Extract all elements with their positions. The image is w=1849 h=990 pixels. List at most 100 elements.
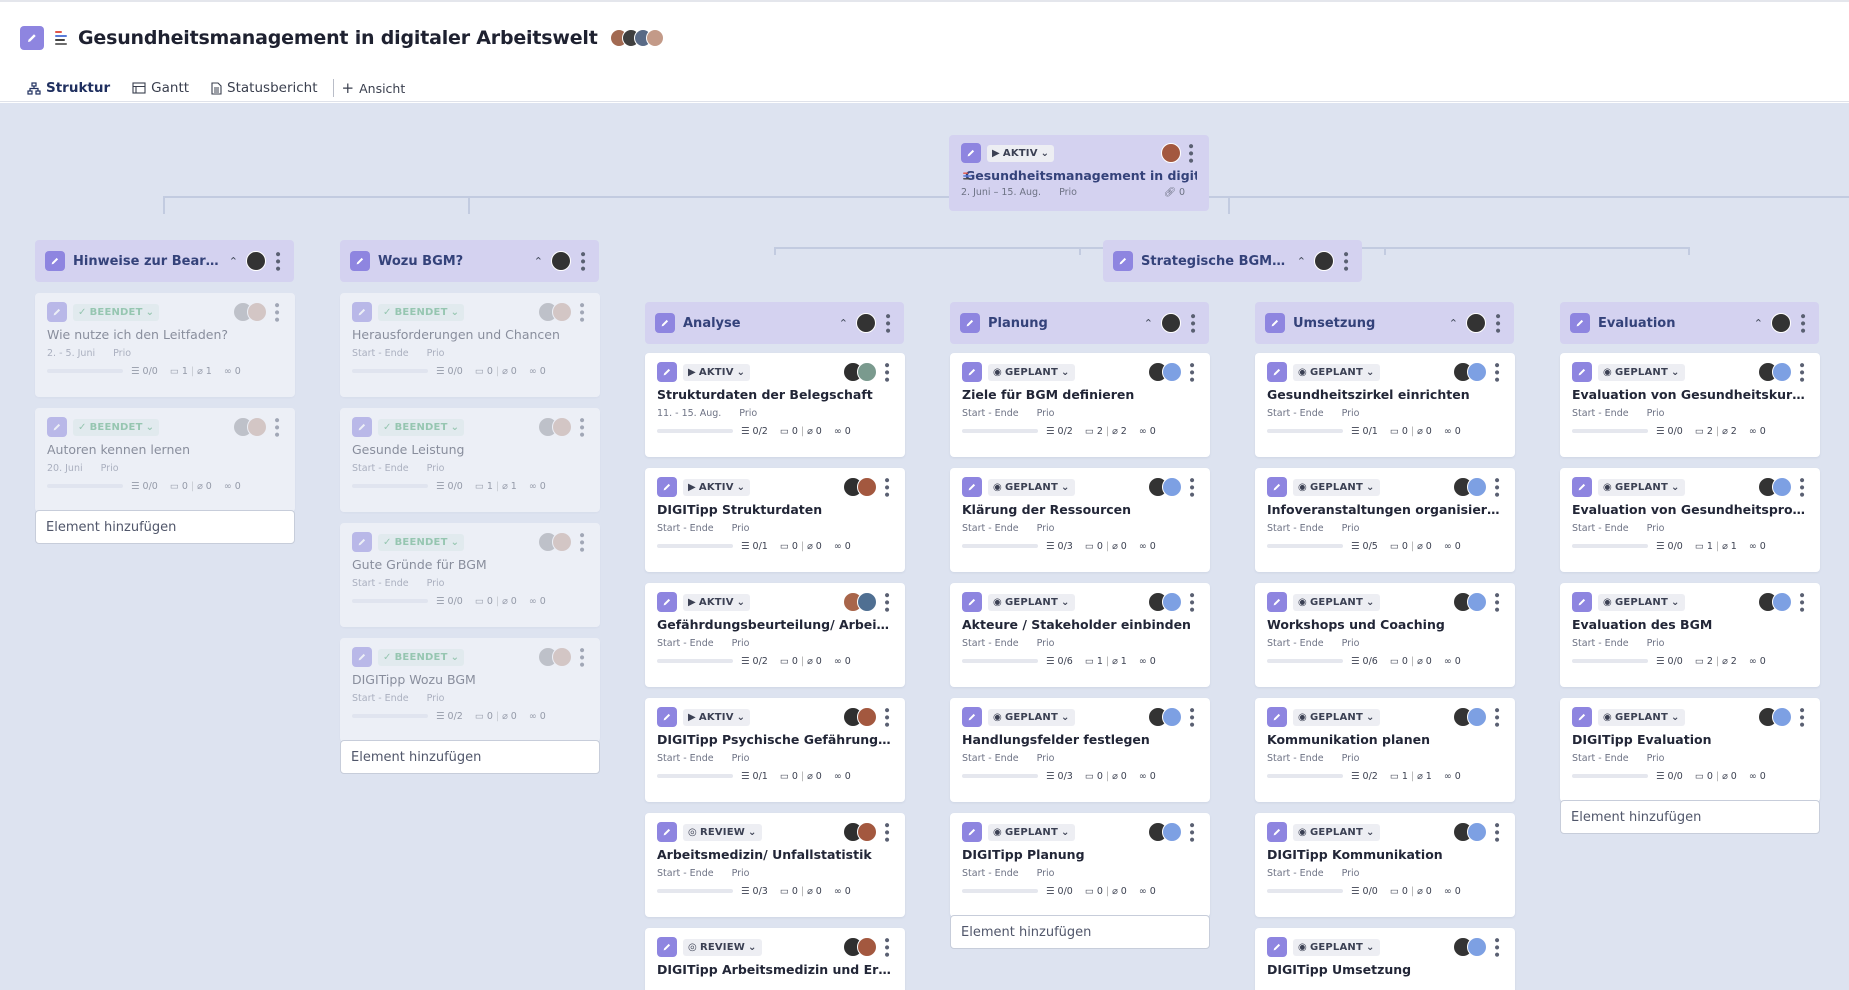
more-options-icon[interactable]: ••• xyxy=(1793,591,1809,613)
assignee-avatars[interactable] xyxy=(1453,707,1487,727)
status-badge[interactable]: ◉ GEPLANT ⌄ xyxy=(988,823,1075,841)
more-options-icon[interactable]: ••• xyxy=(1337,250,1353,272)
date-range[interactable]: Start - Ende xyxy=(962,753,1019,764)
status-badge[interactable]: ✓ BEENDET ⌄ xyxy=(73,418,160,436)
task-card[interactable]: ◉ GEPLANT ⌄ ••• DIGITipp Kommunikation Sta… xyxy=(1255,813,1515,917)
date-range[interactable]: Start - Ende xyxy=(1267,523,1324,534)
avatar[interactable] xyxy=(247,417,267,437)
edit-pencil-icon[interactable] xyxy=(1113,251,1133,271)
priority[interactable]: Prio xyxy=(1037,523,1055,534)
task-card[interactable]: ◉ GEPLANT ⌄ ••• Ziele für BGM definieren S… xyxy=(950,353,1210,457)
chevron-up-icon[interactable]: ⌃ xyxy=(1297,255,1306,268)
edit-pencil-icon[interactable] xyxy=(1267,707,1287,727)
more-options-icon[interactable]: ••• xyxy=(1794,312,1810,334)
edit-pencil-icon[interactable] xyxy=(1267,477,1287,497)
more-options-icon[interactable]: ••• xyxy=(1488,706,1504,728)
priority[interactable]: Prio xyxy=(1037,408,1055,419)
more-options-icon[interactable]: ••• xyxy=(1183,821,1199,843)
assignee-avatars[interactable] xyxy=(843,592,877,612)
status-badge[interactable]: ▶ AKTIV ⌄ xyxy=(683,708,751,726)
edit-pencil-icon[interactable] xyxy=(1267,822,1287,842)
structure-canvas[interactable]: ▶ AKTIV ⌄ ••• Gesundheitsmanagement in dig… xyxy=(0,103,1849,990)
card-title[interactable]: Kommunikation planen xyxy=(1267,732,1503,747)
tab-statusbericht[interactable]: Statusbericht xyxy=(204,72,324,104)
more-options-icon[interactable]: ••• xyxy=(878,476,894,498)
status-badge[interactable]: ▶ AKTIV ⌄ xyxy=(987,144,1055,162)
assignee-avatars[interactable] xyxy=(1453,822,1487,842)
assignee-avatars[interactable] xyxy=(1148,362,1182,382)
more-options-icon[interactable]: ••• xyxy=(1793,476,1809,498)
priority[interactable]: Prio xyxy=(113,348,131,359)
more-options-icon[interactable]: ••• xyxy=(1183,476,1199,498)
avatar[interactable] xyxy=(1467,477,1487,497)
assignee-avatars[interactable] xyxy=(1453,937,1487,957)
more-options-icon[interactable]: ••• xyxy=(1488,936,1504,958)
date-range[interactable]: 11. - 15. Aug. xyxy=(657,408,721,419)
avatar[interactable] xyxy=(856,313,876,333)
assignee-avatars[interactable] xyxy=(843,362,877,382)
task-card[interactable]: ▶ AKTIV ⌄ ••• Strukturdaten der Belegschaf… xyxy=(645,353,905,457)
avatar[interactable] xyxy=(1467,592,1487,612)
priority[interactable]: Prio xyxy=(1037,753,1055,764)
avatar[interactable] xyxy=(552,302,572,322)
avatar[interactable] xyxy=(1467,707,1487,727)
avatar[interactable] xyxy=(1772,477,1792,497)
edit-pencil-icon[interactable] xyxy=(1572,362,1592,382)
date-range[interactable]: Start - Ende xyxy=(1572,523,1629,534)
assignee-avatars[interactable] xyxy=(843,937,877,957)
priority[interactable]: Prio xyxy=(101,463,119,474)
card-title[interactable]: DIGITipp Strukturdaten xyxy=(657,502,893,517)
card-title[interactable]: DIGITipp Umsetzung xyxy=(1267,962,1503,977)
avatar[interactable] xyxy=(645,29,664,47)
group-header-umsetzung[interactable]: Umsetzung ⌃ ••• xyxy=(1255,302,1514,344)
task-card[interactable]: ◉ GEPLANT ⌄ ••• Gesundheitszirkel einricht… xyxy=(1255,353,1515,457)
edit-pencil-icon[interactable] xyxy=(1570,313,1590,333)
card-title[interactable]: Gute Gründe für BGM xyxy=(352,557,588,572)
assignee-avatars[interactable] xyxy=(1758,592,1792,612)
task-card[interactable]: ◉ GEPLANT ⌄ ••• Workshops und Coaching Sta… xyxy=(1255,583,1515,687)
more-options-icon[interactable]: ••• xyxy=(573,416,589,438)
more-options-icon[interactable]: ••• xyxy=(268,301,284,323)
edit-pencil-icon[interactable] xyxy=(962,822,982,842)
group-header-hinweise[interactable]: Hinweise zur Bearbei... ⌃ ••• xyxy=(35,240,294,282)
task-card[interactable]: ◉ GEPLANT ⌄ ••• DIGITipp Umsetzung xyxy=(1255,928,1515,990)
chevron-up-icon[interactable]: ⌃ xyxy=(534,255,543,268)
group-title[interactable]: Analyse xyxy=(683,316,831,331)
edit-pencil-icon[interactable] xyxy=(657,362,677,382)
more-options-icon[interactable]: ••• xyxy=(1184,312,1200,334)
more-options-icon[interactable]: ••• xyxy=(1183,591,1199,613)
card-title[interactable]: DIGITipp Evaluation xyxy=(1572,732,1808,747)
task-card[interactable]: ◉ GEPLANT ⌄ ••• Evaluation von Gesundheits… xyxy=(1560,468,1820,572)
task-card[interactable]: ◎ REVIEW ⌄ ••• Arbeitsmedizin/ Unfallstati… xyxy=(645,813,905,917)
avatar[interactable] xyxy=(1771,313,1791,333)
assignee-avatars[interactable] xyxy=(1148,592,1182,612)
priority[interactable]: Prio xyxy=(732,523,750,534)
task-card[interactable]: ◉ GEPLANT ⌄ ••• Kommunikation planen Start… xyxy=(1255,698,1515,802)
task-card[interactable]: ◉ GEPLANT ⌄ ••• DIGITipp Evaluation Start … xyxy=(1560,698,1820,802)
status-badge[interactable]: ◉ GEPLANT ⌄ xyxy=(1598,593,1685,611)
date-range[interactable]: 2. - 5. Juni xyxy=(47,348,95,359)
assignee-avatars[interactable] xyxy=(1148,707,1182,727)
more-options-icon[interactable]: ••• xyxy=(573,646,589,668)
card-title[interactable]: Workshops und Coaching xyxy=(1267,617,1503,632)
status-badge[interactable]: ◎ REVIEW ⌄ xyxy=(683,938,762,956)
more-options-icon[interactable]: ••• xyxy=(268,416,284,438)
card-title[interactable]: Herausforderungen und Chancen xyxy=(352,327,588,342)
status-badge[interactable]: ◉ GEPLANT ⌄ xyxy=(1293,708,1380,726)
task-card[interactable]: ◉ GEPLANT ⌄ ••• DIGITipp Planung Start - E… xyxy=(950,813,1210,917)
assignee-avatars[interactable] xyxy=(1148,822,1182,842)
more-options-icon[interactable]: ••• xyxy=(879,312,895,334)
task-card[interactable]: ✓ BEENDET ⌄ ••• Wie nutze ich den Leitfade… xyxy=(35,293,295,397)
card-title[interactable]: Autoren kennen lernen xyxy=(47,442,283,457)
avatar[interactable] xyxy=(1162,362,1182,382)
card-title[interactable]: Arbeitsmedizin/ Unfallstatistik xyxy=(657,847,893,862)
priority[interactable]: Prio xyxy=(1342,753,1360,764)
add-element-input[interactable]: Element hinzufügen xyxy=(950,915,1210,949)
date-range[interactable]: Start - Ende xyxy=(352,348,409,359)
status-badge[interactable]: ◉ GEPLANT ⌄ xyxy=(1293,363,1380,381)
edit-pencil-icon[interactable] xyxy=(657,822,677,842)
date-range[interactable]: Start - Ende xyxy=(962,638,1019,649)
more-options-icon[interactable]: ••• xyxy=(573,301,589,323)
card-title[interactable]: DIGITipp Wozu BGM xyxy=(352,672,588,687)
assignee-avatars[interactable] xyxy=(1758,707,1792,727)
